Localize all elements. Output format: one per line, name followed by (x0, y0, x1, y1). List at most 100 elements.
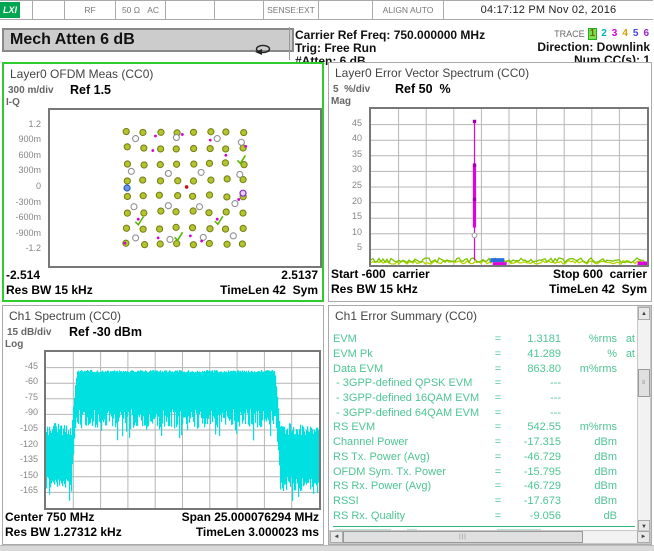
tick-label: -120 (20, 439, 38, 449)
summary-row: EVM Pk=41.289%at (333, 347, 635, 362)
summary-sv: -46.729 (505, 480, 561, 492)
summary-se: = (491, 421, 505, 433)
axis-format-label: Log (5, 339, 23, 350)
h-scrollbar[interactable]: ◄ ||| ► (329, 530, 651, 544)
y-axis-ticks: 45403530252015105 (329, 107, 365, 267)
scroll-up-button[interactable]: ▲ (638, 307, 650, 320)
tick-label: -600m (15, 212, 41, 222)
tick-label: 45 (352, 118, 362, 128)
tick-label: 600m (18, 150, 41, 160)
summary-sl: RS Rx. Quality (333, 510, 491, 522)
summary-sv: --- (505, 392, 561, 404)
summary-row: RS Rx. Power (Avg)=-46.729dBm (333, 479, 635, 494)
summary-su: dBm (561, 436, 617, 448)
trace-number-2[interactable]: 2 (600, 29, 608, 39)
summary-row: RS Rx. Quality=-9.056dB (333, 508, 635, 523)
v-scroll-thumb[interactable]: ≡ (638, 369, 650, 397)
summary-sv: --- (505, 407, 561, 419)
summary-sv: -17.315 (505, 436, 561, 448)
panel-title: Ch1 Error Summary (CC0) (335, 309, 477, 323)
status-bar: LXI RF50 Ω ACSENSE:EXTALIGN AUTO 04:17:1… (0, 0, 653, 20)
spectrum-plot (44, 350, 321, 510)
summary-sv: -17.673 (505, 495, 561, 507)
header-divider (289, 27, 290, 60)
summary-se: = (491, 333, 505, 345)
tick-label: -105 (20, 423, 38, 433)
status-cell (319, 1, 373, 19)
direction-status: Direction: Downlink (537, 40, 650, 53)
h-scroll-thumb[interactable]: ||| (343, 531, 583, 543)
tick-label: -90 (25, 407, 38, 417)
summary-sl: Channel Power (333, 436, 491, 448)
x-max-label: 2.5137 (281, 268, 318, 282)
timelen-label: TimeLen 42 Sym (220, 283, 318, 297)
panel-title: Layer0 OFDM Meas (CC0) (10, 67, 153, 81)
summary-sl: OFDM Sym. Tx. Power (333, 466, 491, 478)
trace-number-3[interactable]: 3 (611, 29, 619, 39)
summary-row: - 3GPP-defined 16QAM EVM=--- (333, 391, 635, 406)
summary-sl: - 3GPP-defined 16QAM EVM (333, 392, 491, 404)
summary-se: = (491, 436, 505, 448)
summary-se: = (491, 480, 505, 492)
scale-per-div-label: 300 m/div (8, 85, 54, 96)
trace-number-4[interactable]: 4 (621, 29, 629, 39)
summary-se: = (491, 407, 505, 419)
tick-label: 1.2 (28, 119, 41, 129)
axis-format-label: Mag (331, 96, 351, 107)
mech-atten-annunciator: Mech Atten 6 dB (2, 28, 294, 52)
panel-error-vector-spectrum[interactable]: Layer0 Error Vector Spectrum (CC0) 5 %/d… (328, 62, 652, 302)
trace-number-5[interactable]: 5 (632, 29, 640, 39)
summary-sv: 1.3181 (505, 333, 561, 345)
summary-se: = (491, 510, 505, 522)
header-right-block: TRACE 123456 Direction: Downlink Num CC(… (537, 28, 650, 66)
summary-se: = (491, 495, 505, 507)
ref-level-label: Ref 50 % (395, 82, 451, 96)
summary-row: RSSI=-17.673dBm (333, 494, 635, 509)
summary-su: dBm (561, 451, 617, 463)
span-label: Span 25.000076294 MHz (182, 510, 319, 524)
summary-se: = (491, 363, 505, 375)
summary-se: = (491, 466, 505, 478)
summary-su: dBm (561, 495, 617, 507)
ref-level-label: Ref -30 dBm (69, 325, 142, 339)
trace-number-6[interactable]: 6 (642, 29, 650, 39)
trace-label: TRACE (554, 29, 585, 39)
res-bw-label: Res BW 1.27312 kHz (5, 525, 122, 539)
trace-number-1[interactable]: 1 (588, 28, 598, 40)
panel-ch1-spectrum[interactable]: Ch1 Spectrum (CC0) 15 dB/div Ref -30 dBm… (2, 305, 324, 545)
scroll-left-button[interactable]: ◄ (330, 531, 343, 543)
summary-se: = (491, 377, 505, 389)
summary-sx: at (617, 333, 635, 345)
summary-sl: - 3GPP-defined QPSK EVM (333, 377, 491, 389)
summary-sv: 863.80 (505, 363, 561, 375)
scale-per-div-label: 5 %/div (333, 84, 370, 95)
v-scrollbar[interactable]: ▲ ≡ ▼ (637, 306, 651, 534)
y-axis-ticks: -45-60-75-90-105-120-135-150-165 (3, 350, 41, 510)
summary-row: RS Tx. Power (Avg)=-46.729dBm (333, 450, 635, 465)
summary-sl: Data EVM (333, 363, 491, 375)
panel-error-summary[interactable]: Ch1 Error Summary (CC0) EVM=1.3181%rmsat… (328, 305, 652, 545)
res-bw-label: Res BW 15 kHz (6, 283, 93, 297)
status-cell (215, 1, 264, 19)
panel-title: Layer0 Error Vector Spectrum (CC0) (335, 66, 529, 80)
tick-label: -150 (20, 470, 38, 480)
scroll-right-button[interactable]: ► (637, 531, 650, 543)
summary-su: m%rms (561, 421, 617, 433)
res-bw-label: Res BW 15 kHz (331, 282, 418, 296)
tick-label: -300m (15, 197, 41, 207)
tick-label: 10 (352, 227, 362, 237)
x-stop-label: Stop 600 carrier (553, 267, 647, 281)
summary-row: OFDM Sym. Tx. Power=-15.795dBm (333, 464, 635, 479)
tick-label: 30 (352, 164, 362, 174)
tick-label: -60 (25, 376, 38, 386)
error-summary-table: EVM=1.3181%rmsatEVM Pk=41.289%atData EVM… (333, 332, 635, 523)
status-cell (33, 1, 65, 19)
summary-sv: -46.729 (505, 451, 561, 463)
status-cells: RF50 Ω ACSENSE:EXTALIGN AUTO (33, 1, 444, 19)
trace-selector: TRACE 123456 (537, 28, 650, 40)
summary-row: RS EVM=542.55m%rms (333, 420, 635, 435)
status-cell: ALIGN AUTO (373, 1, 444, 19)
y-axis-ticks: 1.2900m600m300m0-300m-600m-900m-1.2 (4, 108, 44, 268)
summary-su: %rms (561, 333, 617, 345)
panel-ofdm-meas[interactable]: Layer0 OFDM Meas (CC0) 300 m/div Ref 1.5… (2, 62, 324, 302)
